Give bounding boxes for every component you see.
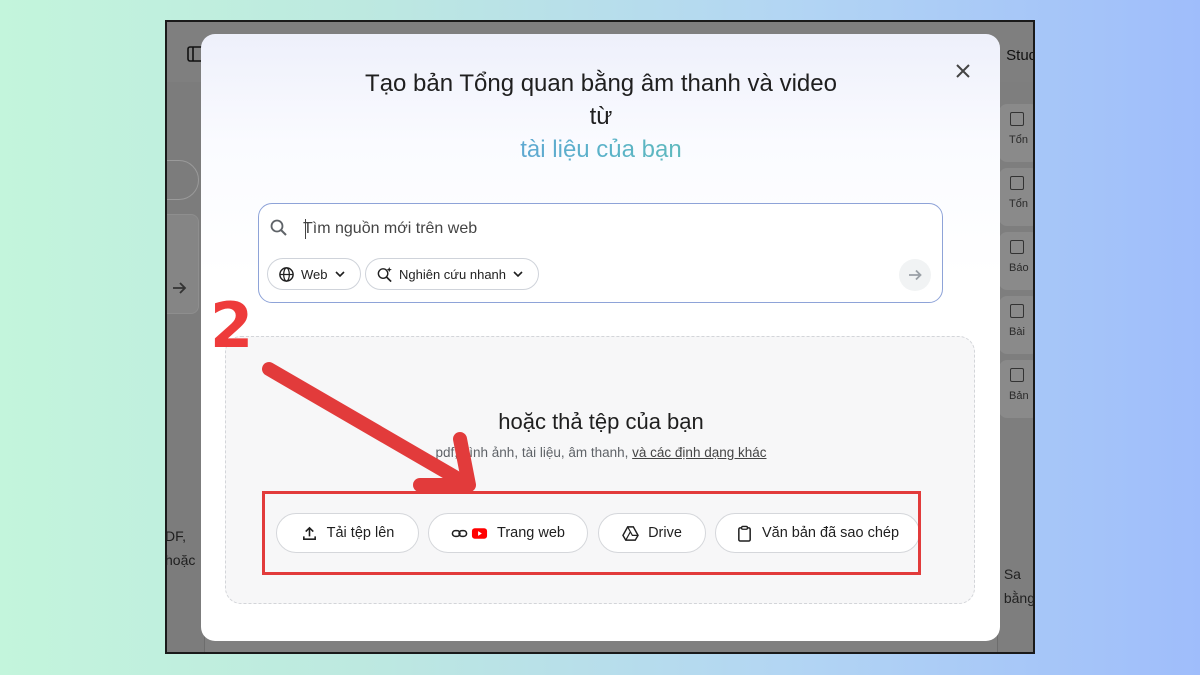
background-card bbox=[167, 214, 199, 314]
background-right-text: Sa bằng bbox=[1003, 566, 1035, 606]
search-input[interactable] bbox=[303, 216, 903, 242]
flashcard-icon bbox=[1010, 304, 1024, 318]
sources-panel: DF, hoặc bbox=[165, 82, 205, 652]
studio-tile: Bản bbox=[999, 360, 1033, 418]
waveform-icon bbox=[1010, 112, 1024, 126]
background-left-text: DF, hoặc bbox=[165, 528, 196, 568]
step-number-annotation: 2 bbox=[210, 289, 254, 362]
close-icon bbox=[956, 64, 970, 78]
search-icon bbox=[269, 218, 289, 238]
arrow-right-icon bbox=[909, 269, 922, 281]
studio-tile: Tổn bbox=[999, 104, 1033, 162]
research-chip-label: Nghiên cứu nhanh bbox=[399, 266, 507, 282]
dialog-title: Tạo bản Tổng quan bằng âm thanh và video… bbox=[301, 67, 901, 166]
close-button[interactable] bbox=[951, 59, 975, 83]
studio-tile: Tổn bbox=[999, 168, 1033, 226]
report-icon bbox=[1010, 240, 1024, 254]
highlight-box-annotation bbox=[262, 491, 921, 575]
video-icon bbox=[1010, 176, 1024, 190]
background-pill bbox=[167, 160, 199, 200]
title-line-1: Tạo bản Tổng quan bằng âm thanh và video bbox=[365, 70, 837, 97]
quiz-icon bbox=[1010, 368, 1024, 382]
submit-search-button[interactable] bbox=[899, 259, 931, 291]
studio-tile: Bài bbox=[999, 296, 1033, 354]
title-line-2: từ bbox=[589, 103, 613, 130]
chevron-down-icon bbox=[513, 271, 523, 278]
studio-header: Stud bbox=[1006, 47, 1035, 64]
web-source-dropdown[interactable]: Web bbox=[267, 258, 361, 290]
chevron-down-icon bbox=[334, 271, 345, 278]
arrow-right-icon bbox=[169, 278, 189, 298]
annotation-arrow bbox=[262, 362, 476, 492]
web-chip-label: Web bbox=[301, 266, 328, 282]
research-mode-dropdown[interactable]: Nghiên cứu nhanh bbox=[365, 258, 539, 290]
more-formats-link[interactable]: và các định dạng khác bbox=[632, 445, 766, 460]
title-accent: tài liệu của bạn bbox=[301, 133, 901, 166]
sparkle-search-icon bbox=[377, 266, 392, 282]
web-search-box: Web Nghiên cứu nhanh bbox=[258, 203, 943, 303]
studio-tile: Báo bbox=[999, 232, 1033, 290]
globe-icon bbox=[279, 266, 294, 282]
